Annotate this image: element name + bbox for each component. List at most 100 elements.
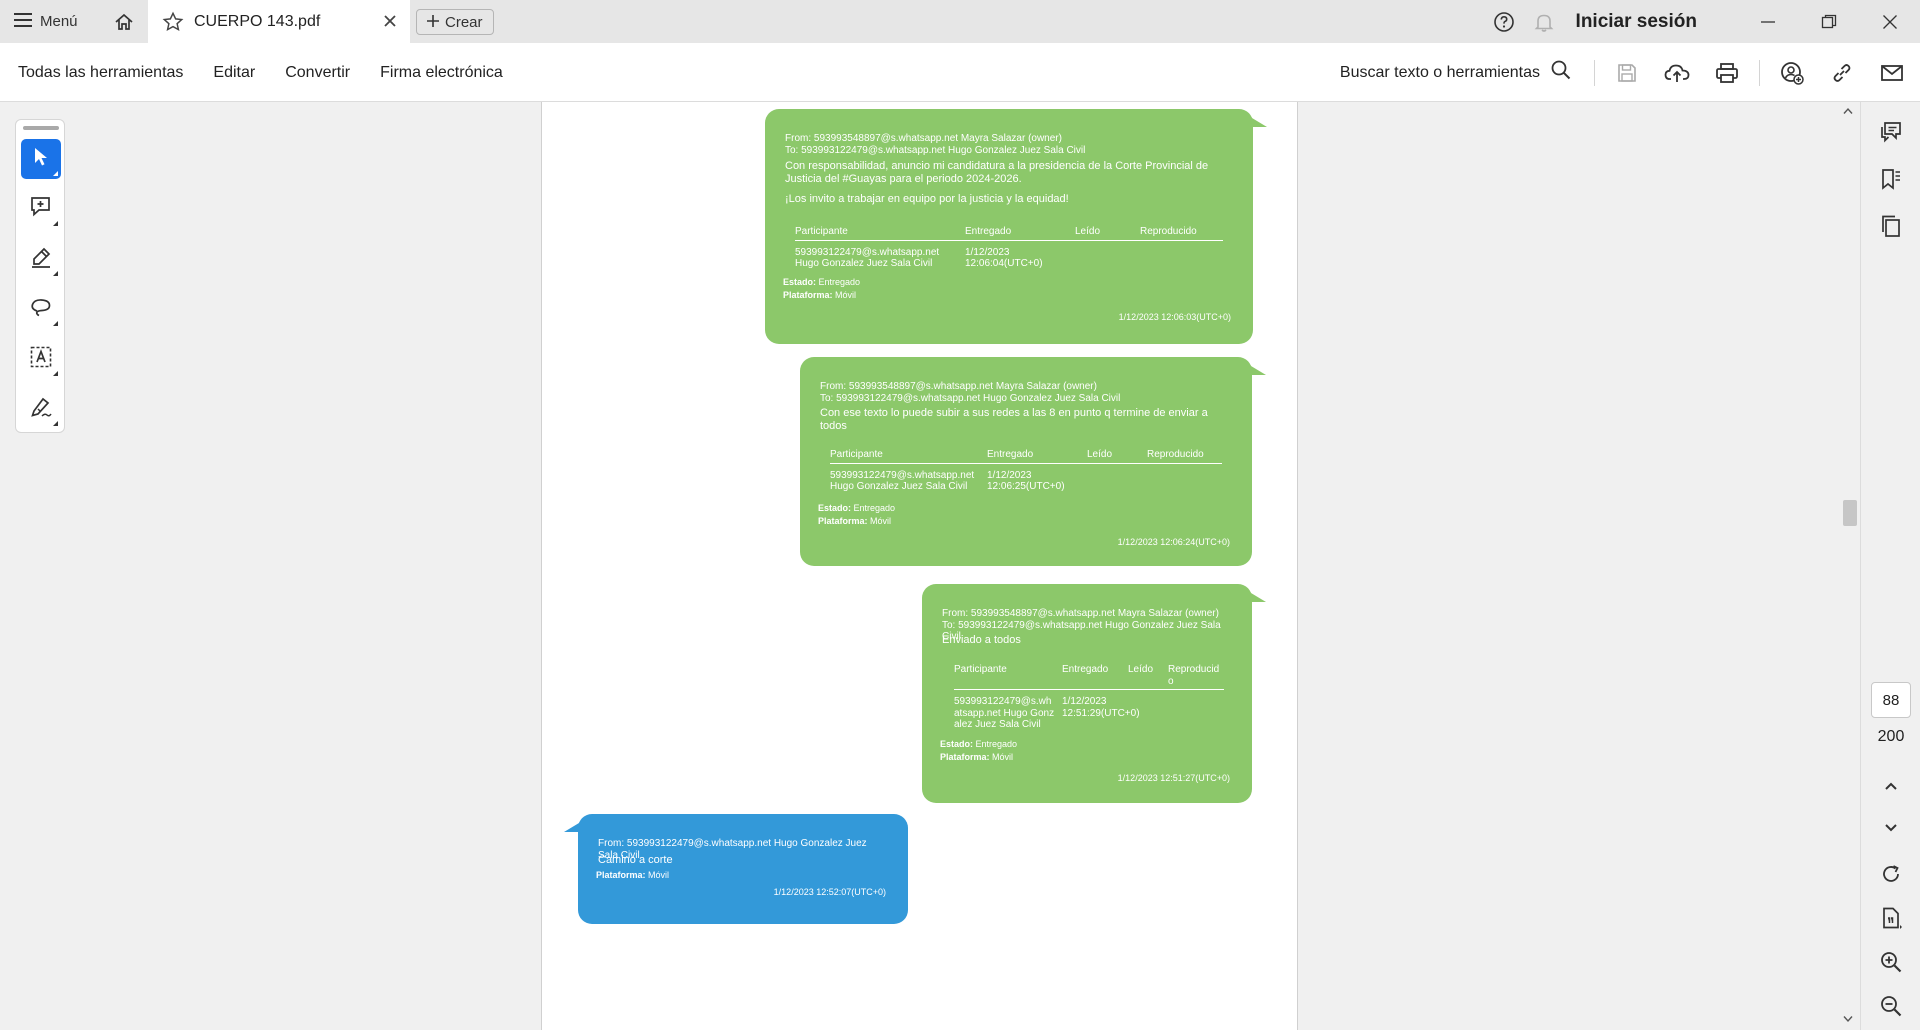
plataforma-value: Móvil: [870, 516, 892, 527]
toolbar-divider: [1594, 59, 1595, 86]
toolbar-divider: [1759, 59, 1760, 86]
highlight-tool-button[interactable]: [21, 239, 61, 279]
message-timestamp: 1/12/2023 12:51:27(UTC+0): [1117, 773, 1230, 783]
help-icon[interactable]: [1490, 8, 1518, 36]
total-pages: 200: [1877, 728, 1905, 745]
previous-page-chevron-up-icon[interactable]: [1875, 770, 1907, 802]
star-icon[interactable]: [162, 11, 184, 33]
hamburger-icon: [14, 12, 32, 31]
col-read: Leído: [1128, 664, 1154, 675]
share-user-icon[interactable]: [1774, 55, 1810, 91]
estado-label: Estado:: [818, 503, 852, 513]
delivery-table: Participante Entregado Leído Reproducido…: [795, 226, 1223, 270]
col-delivered: Entregado: [965, 226, 1012, 237]
plataforma-value: Móvil: [992, 752, 1014, 763]
message-timestamp: 1/12/2023 12:06:24(UTC+0): [1117, 537, 1230, 547]
bubble-tail: [564, 814, 594, 832]
participant-cell: 593993122479@s.whatsapp.net Hugo Gonzale…: [795, 246, 940, 270]
restore-icon[interactable]: [1798, 0, 1859, 43]
bubble-tail: [1236, 584, 1266, 602]
message-to: To: 593993122479@s.whatsapp.net Hugo Gon…: [785, 144, 1086, 156]
print-icon[interactable]: [1709, 55, 1745, 91]
close-tab-icon[interactable]: [380, 11, 400, 31]
comment-plus-icon: [29, 195, 53, 224]
plataforma-value: Móvil: [835, 290, 857, 301]
text-box-tool-button[interactable]: [21, 339, 61, 379]
col-delivered: Entregado: [1062, 664, 1109, 675]
bookmarks-icon[interactable]: [1875, 163, 1907, 195]
cursor-arrow-icon: [32, 147, 50, 172]
minimize-icon[interactable]: [1737, 0, 1798, 43]
add-comment-tool-button[interactable]: [21, 189, 61, 229]
message-body: Con responsabilidad, anuncio mi candidat…: [785, 160, 1209, 185]
message-timestamp: 1/12/2023 12:52:07(UTC+0): [773, 887, 886, 897]
participant-cell: 593993122479@s.whatsapp.net Hugo Gonzale…: [954, 696, 1055, 730]
next-page-chevron-down-icon[interactable]: [1875, 812, 1907, 844]
message-from: From: 593993548897@s.whatsapp.net Mayra …: [785, 133, 1062, 144]
current-page-input[interactable]: 88: [1871, 682, 1911, 718]
participant-cell: 593993122479@s.whatsapp.net Hugo Gonzale…: [830, 469, 975, 493]
email-icon[interactable]: [1874, 55, 1910, 91]
bubble-tail: [1237, 109, 1267, 127]
zoom-in-icon[interactable]: [1875, 946, 1907, 978]
col-read: Leído: [1087, 449, 1113, 460]
message-body-2: ¡Los invito a trabajar en equipo por la …: [785, 193, 1069, 205]
home-icon[interactable]: [110, 8, 138, 36]
notification-bell-icon[interactable]: [1530, 8, 1558, 36]
col-played: Reproducido: [1168, 664, 1220, 687]
menu-edit[interactable]: Editar: [213, 64, 255, 82]
message-from: From: 593993548897@s.whatsapp.net Mayra …: [820, 381, 1097, 392]
plus-icon: [427, 14, 439, 31]
chat-message-bubble: From: 593993122479@s.whatsapp.net Hugo G…: [564, 814, 908, 924]
menu-convert[interactable]: Convertir: [285, 64, 350, 82]
col-participant: Participante: [830, 449, 883, 460]
fit-page-icon[interactable]: [1875, 902, 1907, 934]
pdf-page[interactable]: From: 593993548897@s.whatsapp.net Mayra …: [541, 102, 1298, 1030]
scroll-up-arrow-icon[interactable]: [1843, 106, 1853, 118]
pen-sign-icon: [29, 395, 53, 424]
document-tab[interactable]: CUERPO 143.pdf: [148, 0, 410, 43]
save-icon[interactable]: [1609, 55, 1645, 91]
drag-handle[interactable]: [23, 126, 59, 130]
col-participant: Participante: [954, 664, 1007, 675]
estado-value: Entregado: [975, 739, 1018, 749]
chat-message-bubble: From: 593993548897@s.whatsapp.net Mayra …: [922, 584, 1266, 803]
draw-tool-button[interactable]: [21, 289, 61, 329]
menu-button[interactable]: Menú: [14, 0, 78, 43]
chat-message-bubble: From: 593993548897@s.whatsapp.net Mayra …: [765, 109, 1267, 344]
delivery-table-header: Participante Entregado Leído Reproducido: [795, 226, 1223, 241]
signin-button[interactable]: Iniciar sesión: [1576, 11, 1697, 33]
message-meta: Estado: Entregado Plataforma: Móvil: [818, 503, 895, 527]
message-to: To: 593993122479@s.whatsapp.net Hugo Gon…: [820, 392, 1121, 404]
sign-tool-button[interactable]: [21, 389, 61, 429]
comments-icon[interactable]: [1875, 116, 1907, 148]
scrollbar-thumb[interactable]: [1843, 500, 1857, 526]
zoom-out-icon[interactable]: [1875, 990, 1907, 1022]
rotate-refresh-icon[interactable]: [1875, 858, 1907, 890]
search-tools-button[interactable]: Buscar texto o herramientas: [1340, 59, 1572, 86]
link-icon[interactable]: [1824, 55, 1860, 91]
message-header: From: 593993548897@s.whatsapp.net Mayra …: [820, 381, 1232, 404]
estado-value: Entregado: [853, 503, 896, 513]
message-body: Enviado a todos: [942, 634, 1021, 646]
plataforma-label: Plataforma:: [596, 870, 646, 880]
estado-value: Entregado: [818, 277, 861, 287]
lasso-draw-icon: [29, 295, 53, 324]
pen-highlighter-icon: [29, 245, 53, 274]
bubble-tail: [1236, 357, 1266, 375]
page-thumbnails-icon[interactable]: [1875, 210, 1907, 242]
select-tool-button[interactable]: [21, 139, 61, 179]
create-label: Crear: [445, 13, 483, 31]
create-button[interactable]: Crear: [416, 9, 494, 35]
search-label: Buscar texto o herramientas: [1339, 63, 1540, 81]
menu-all-tools[interactable]: Todas las herramientas: [18, 64, 183, 82]
main-toolbar: Todas las herramientas Editar Convertir …: [0, 43, 1920, 102]
message-timestamp: 1/12/2023 12:06:03(UTC+0): [1118, 312, 1231, 322]
cloud-upload-icon[interactable]: [1659, 55, 1695, 91]
close-window-icon[interactable]: [1859, 0, 1920, 43]
toolbar-actions: Buscar texto o herramientas: [1340, 43, 1910, 102]
vertical-scrollbar[interactable]: [1838, 102, 1860, 1030]
delivery-table-header: Participante Entregado Leído Reproducido: [830, 449, 1222, 464]
menu-e-sign[interactable]: Firma electrónica: [380, 64, 503, 82]
scroll-down-arrow-icon[interactable]: [1843, 1014, 1853, 1026]
